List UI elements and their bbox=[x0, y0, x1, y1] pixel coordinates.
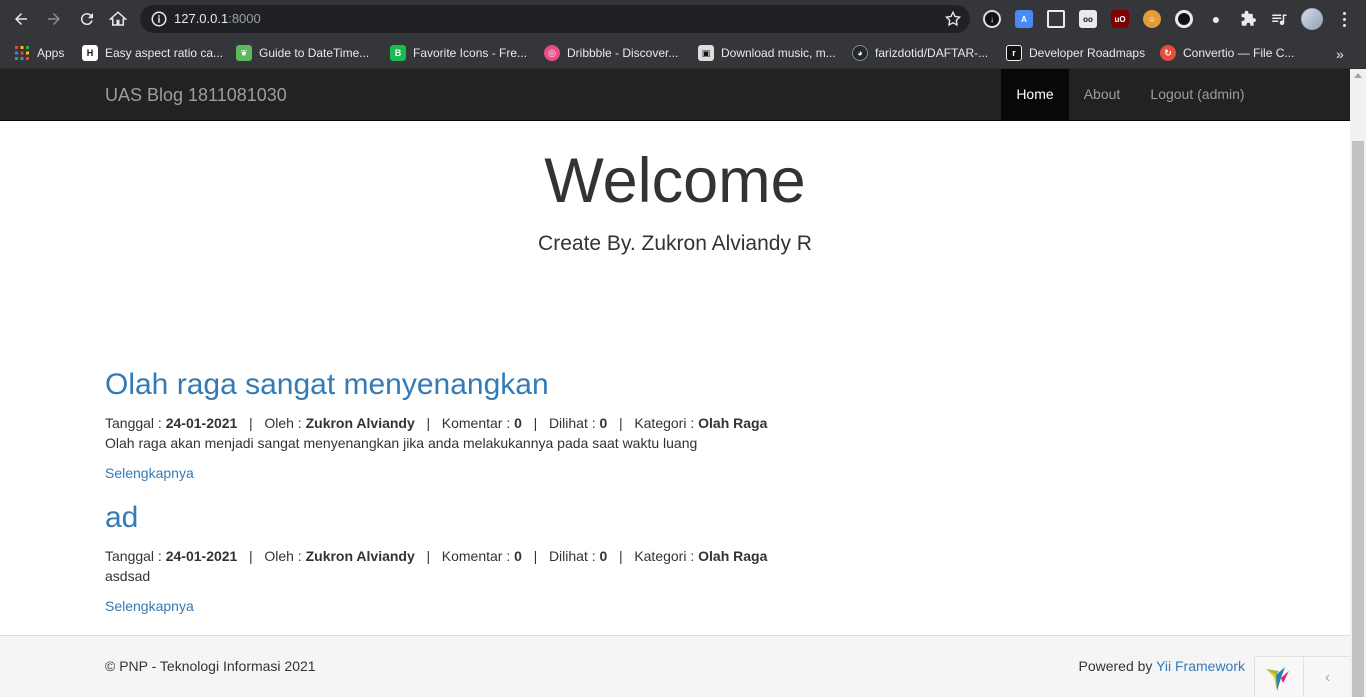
post-author: Zukron Alviandy bbox=[305, 548, 415, 564]
bookmark-dribbble[interactable]: ◎ Dribbble - Discover... bbox=[544, 44, 678, 62]
bookmark-download-music[interactable]: ▣ Download music, m... bbox=[698, 44, 836, 62]
meta-label: Tanggal : bbox=[105, 548, 162, 564]
meta-label: Oleh : bbox=[264, 548, 302, 564]
post-title[interactable]: ad bbox=[105, 500, 1005, 536]
footer-copyright: © PNP - Teknologi Informasi 2021 bbox=[105, 658, 316, 674]
dribbble-icon: ◎ bbox=[544, 45, 560, 61]
profile-avatar[interactable] bbox=[1301, 8, 1323, 30]
ublock-origin-icon[interactable]: uO bbox=[1111, 10, 1129, 28]
favorite-icons-icon: B bbox=[390, 45, 406, 61]
site-footer: © PNP - Teknologi Informasi 2021 Powered… bbox=[0, 635, 1350, 697]
blog-post: Olah raga sangat menyenangkan Tanggal : … bbox=[105, 367, 1005, 483]
collapse-chevron-icon[interactable]: ‹ bbox=[1303, 657, 1350, 697]
media-playlist-icon[interactable] bbox=[1270, 10, 1288, 28]
meta-label: Oleh : bbox=[264, 415, 302, 431]
info-icon[interactable] bbox=[150, 10, 168, 28]
circle-extension-icon[interactable] bbox=[1175, 10, 1193, 28]
bookmark-apps[interactable]: Apps bbox=[14, 44, 64, 62]
meta-label: Dilihat : bbox=[548, 548, 596, 564]
forward-arrow-icon[interactable] bbox=[43, 8, 65, 30]
bookmark-aspect-ratio[interactable]: H Easy aspect ratio ca... bbox=[82, 44, 223, 62]
home-icon[interactable] bbox=[107, 8, 129, 30]
site-brand[interactable]: UAS Blog 1811081030 bbox=[105, 85, 287, 106]
read-more-link[interactable]: Selengkapnya bbox=[105, 596, 194, 616]
meta-label: Kategori : bbox=[634, 548, 695, 564]
bookmark-star-icon[interactable] bbox=[944, 10, 962, 28]
read-more-link[interactable]: Selengkapnya bbox=[105, 463, 194, 483]
tampermonkey-icon[interactable]: oo bbox=[1079, 10, 1097, 28]
monkey-extension-icon[interactable]: ☺ bbox=[1143, 10, 1161, 28]
music-download-icon: ▣ bbox=[698, 45, 714, 61]
meta-label: Komentar : bbox=[441, 548, 511, 564]
post-category: Olah Raga bbox=[698, 548, 768, 564]
meta-label: Kategori : bbox=[634, 415, 695, 431]
more-bookmarks-chevron-icon[interactable]: » bbox=[1336, 46, 1344, 62]
bookmark-label: Easy aspect ratio ca... bbox=[105, 46, 224, 60]
reload-icon[interactable] bbox=[76, 8, 98, 30]
meta-label: Dilihat : bbox=[548, 415, 596, 431]
github-icon: ◕ bbox=[852, 45, 868, 61]
translate-extension-icon[interactable]: A bbox=[1015, 10, 1033, 28]
leaf-icon: ❦ bbox=[236, 45, 252, 61]
nav-home[interactable]: Home bbox=[1001, 69, 1069, 120]
powered-by-text: Powered by bbox=[1078, 658, 1157, 674]
post-view-count: 0 bbox=[599, 548, 608, 564]
web-page: UAS Blog 1811081030 Home About Logout (a… bbox=[0, 69, 1350, 697]
post-comment-count: 0 bbox=[514, 548, 522, 564]
bookmark-developer-roadmaps[interactable]: r Developer Roadmaps bbox=[1006, 44, 1145, 62]
bookmark-label: Developer Roadmaps bbox=[1029, 46, 1146, 60]
meta-label: Komentar : bbox=[441, 415, 511, 431]
blog-post: ad Tanggal : 24-01-2021 | Oleh : Zukron Al… bbox=[105, 500, 1005, 616]
bookmark-favorite-icons[interactable]: B Favorite Icons - Fre... bbox=[390, 44, 527, 62]
yii-logo-icon[interactable] bbox=[1263, 663, 1293, 693]
footer-powered-by: Powered by Yii Framework bbox=[1078, 658, 1245, 674]
convertio-icon: ↻ bbox=[1160, 45, 1176, 61]
bookmark-convertio[interactable]: ↻ Convertio — File C... bbox=[1160, 44, 1294, 62]
apps-grid-icon bbox=[14, 45, 30, 61]
location-pin-icon[interactable]: ● bbox=[1207, 10, 1225, 28]
post-date: 24-01-2021 bbox=[165, 548, 238, 564]
extensions-puzzle-icon[interactable] bbox=[1239, 10, 1257, 28]
bookmark-label: Favorite Icons - Fre... bbox=[413, 46, 528, 60]
bookmark-label: Download music, m... bbox=[721, 46, 836, 60]
download-extension-icon[interactable]: ↓ bbox=[983, 10, 1001, 28]
bookmarks-bar: Apps H Easy aspect ratio ca... ❦ Guide t… bbox=[0, 38, 1366, 69]
nav-about[interactable]: About bbox=[1069, 69, 1135, 120]
welcome-heading: Welcome bbox=[544, 146, 806, 216]
picture-in-picture-icon[interactable] bbox=[1047, 10, 1065, 28]
aspect-ratio-icon: H bbox=[82, 45, 98, 61]
post-meta: Tanggal : 24-01-2021 | Oleh : Zukron Alvia… bbox=[105, 548, 768, 564]
post-comment-count: 0 bbox=[514, 415, 522, 431]
bookmark-label: Guide to DateTime... bbox=[259, 46, 370, 60]
post-author: Zukron Alviandy bbox=[305, 415, 415, 431]
scrollbar-thumb[interactable] bbox=[1352, 141, 1364, 697]
nav-logout[interactable]: Logout (admin) bbox=[1135, 69, 1260, 120]
post-category: Olah Raga bbox=[698, 415, 768, 431]
author-subtitle: Create By. Zukron Alviandy R bbox=[538, 232, 812, 255]
bookmark-datetime-guide[interactable]: ❦ Guide to DateTime... bbox=[236, 44, 369, 62]
post-view-count: 0 bbox=[599, 415, 608, 431]
meta-label: Tanggal : bbox=[105, 415, 162, 431]
browser-menu-icon[interactable] bbox=[1335, 10, 1353, 28]
back-arrow-icon[interactable] bbox=[10, 8, 32, 30]
bookmark-github[interactable]: ◕ farizdotid/DAFTAR-... bbox=[852, 44, 988, 62]
browser-toolbar: 127.0.0.1:8000 ↓ A oo uO ☺ ● bbox=[0, 0, 1366, 38]
page-scrollbar[interactable] bbox=[1350, 69, 1366, 697]
url-text: 127.0.0.1:8000 bbox=[174, 11, 261, 26]
scroll-up-arrow-icon[interactable] bbox=[1354, 73, 1362, 78]
post-title[interactable]: Olah raga sangat menyenangkan bbox=[105, 367, 1005, 403]
bookmark-label: Apps bbox=[37, 46, 65, 60]
post-excerpt: Olah raga akan menjadi sangat menyenangk… bbox=[105, 435, 698, 451]
post-excerpt: asdsad bbox=[105, 568, 151, 584]
roadmap-icon: r bbox=[1006, 45, 1022, 61]
bookmark-label: Convertio — File C... bbox=[1183, 46, 1295, 60]
yii-debug-toolbar[interactable]: ‹ bbox=[1254, 656, 1350, 697]
bookmark-label: Dribbble - Discover... bbox=[567, 46, 679, 60]
site-navbar: UAS Blog 1811081030 Home About Logout (a… bbox=[0, 69, 1350, 121]
post-date: 24-01-2021 bbox=[165, 415, 238, 431]
bookmark-label: farizdotid/DAFTAR-... bbox=[875, 46, 989, 60]
address-bar[interactable]: 127.0.0.1:8000 bbox=[140, 5, 970, 33]
post-meta: Tanggal : 24-01-2021 | Oleh : Zukron Alvia… bbox=[105, 415, 768, 431]
yii-framework-link[interactable]: Yii Framework bbox=[1156, 658, 1245, 674]
